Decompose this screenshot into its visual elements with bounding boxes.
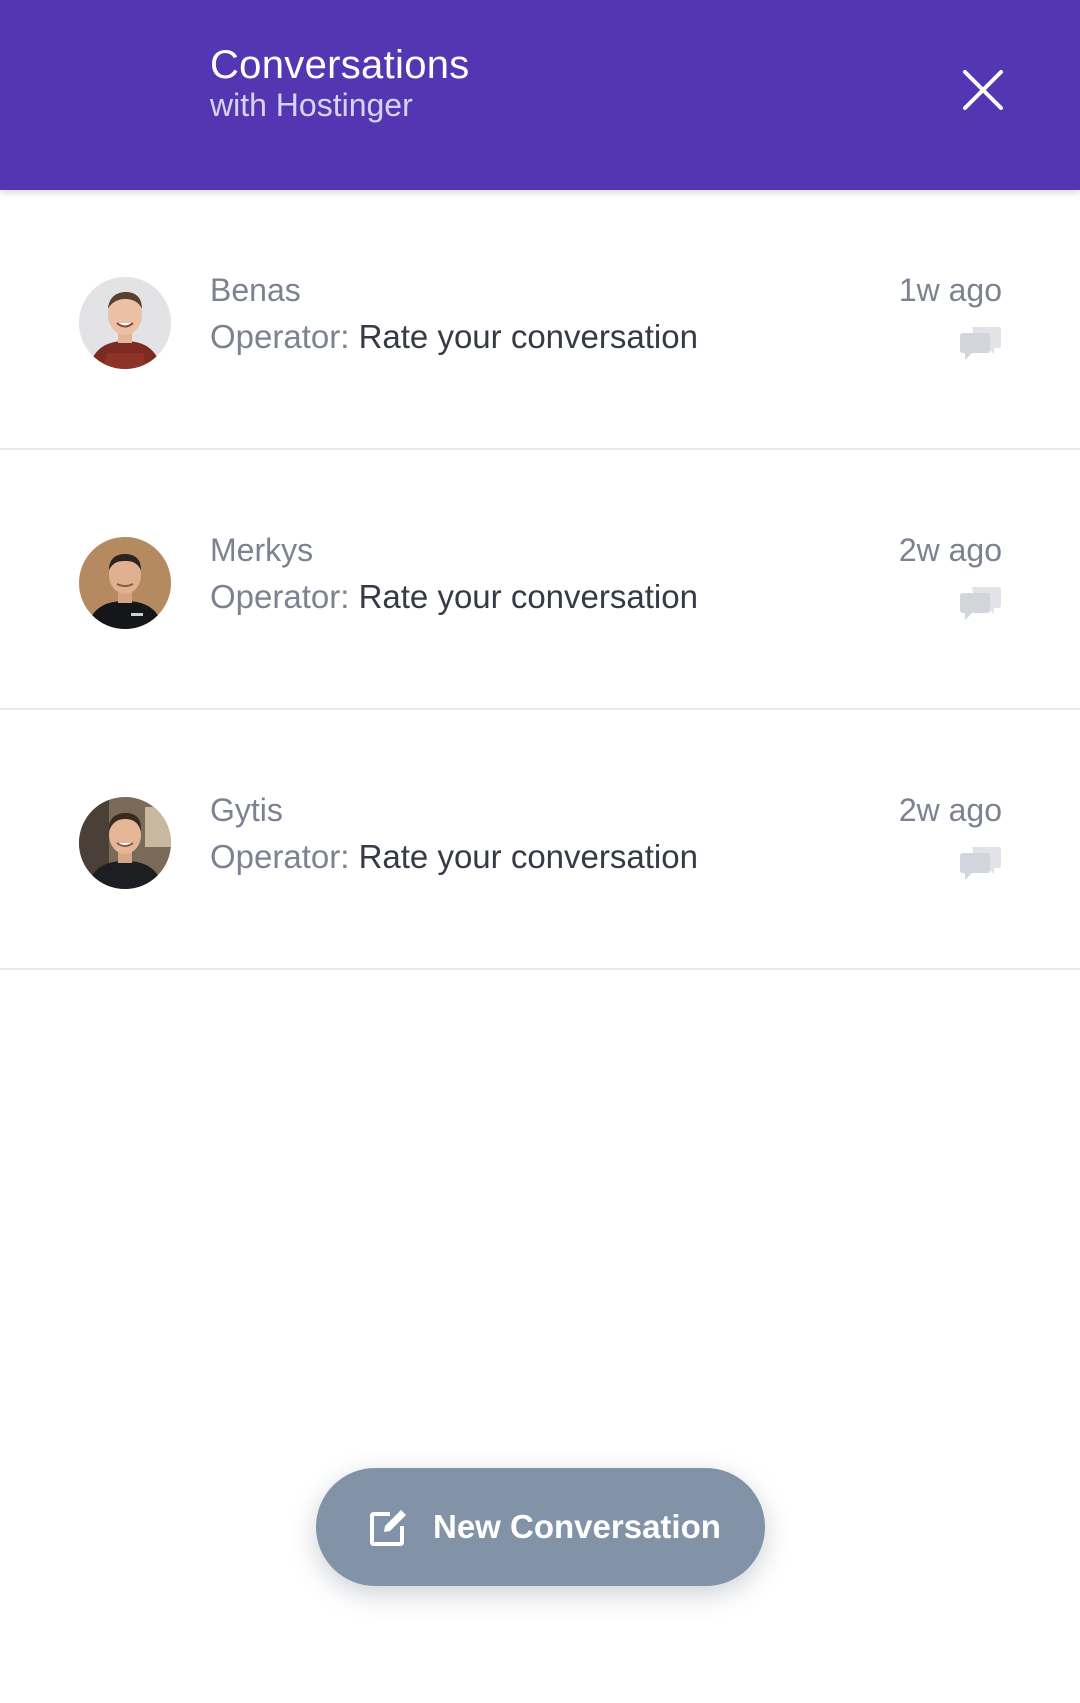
conversation-name: Gytis <box>210 792 283 828</box>
header: Conversations with Hostinger <box>0 0 1080 190</box>
preview-message: Rate your conversation <box>358 838 698 875</box>
conversation-preview: Operator: Rate your conversation <box>210 316 698 358</box>
avatar <box>79 797 171 889</box>
avatar <box>79 537 171 629</box>
new-conversation-label: New Conversation <box>433 1508 721 1545</box>
conversation-name: Merkys <box>210 532 314 568</box>
preview-message: Rate your conversation <box>358 318 698 355</box>
conversation-preview: Operator: Rate your conversation <box>210 836 698 878</box>
preview-message: Rate your conversation <box>358 578 698 615</box>
header-title: Conversations <box>210 43 470 87</box>
conversation-row[interactable]: Gytis Operator: Rate your conversation 2… <box>0 710 1080 970</box>
avatar <box>79 277 171 369</box>
preview-prefix: Operator: <box>210 318 350 355</box>
conversation-time: 2w ago <box>898 792 1002 828</box>
conversation-time: 1w ago <box>898 272 1002 308</box>
close-icon <box>963 70 1003 110</box>
chat-bubbles-icon <box>960 847 1001 880</box>
chat-bubbles-icon <box>960 327 1001 360</box>
preview-prefix: Operator: <box>210 838 350 875</box>
conversation-name: Benas <box>210 272 301 308</box>
new-conversation-button[interactable]: New Conversation <box>316 1468 765 1586</box>
chat-bubbles-icon <box>960 587 1001 620</box>
conversations-screen: Conversations with Hostinger Benas Opera… <box>0 0 1080 1703</box>
preview-prefix: Operator: <box>210 578 350 615</box>
conversation-preview: Operator: Rate your conversation <box>210 576 698 618</box>
conversation-row[interactable]: Merkys Operator: Rate your conversation … <box>0 450 1080 710</box>
close-button[interactable] <box>955 62 1011 118</box>
conversation-list: Benas Operator: Rate your conversation 1… <box>0 190 1080 970</box>
compose-icon <box>370 1510 406 1546</box>
header-subtitle: with Hostinger <box>210 87 413 123</box>
conversation-time: 2w ago <box>898 532 1002 568</box>
conversation-row[interactable]: Benas Operator: Rate your conversation 1… <box>0 190 1080 450</box>
